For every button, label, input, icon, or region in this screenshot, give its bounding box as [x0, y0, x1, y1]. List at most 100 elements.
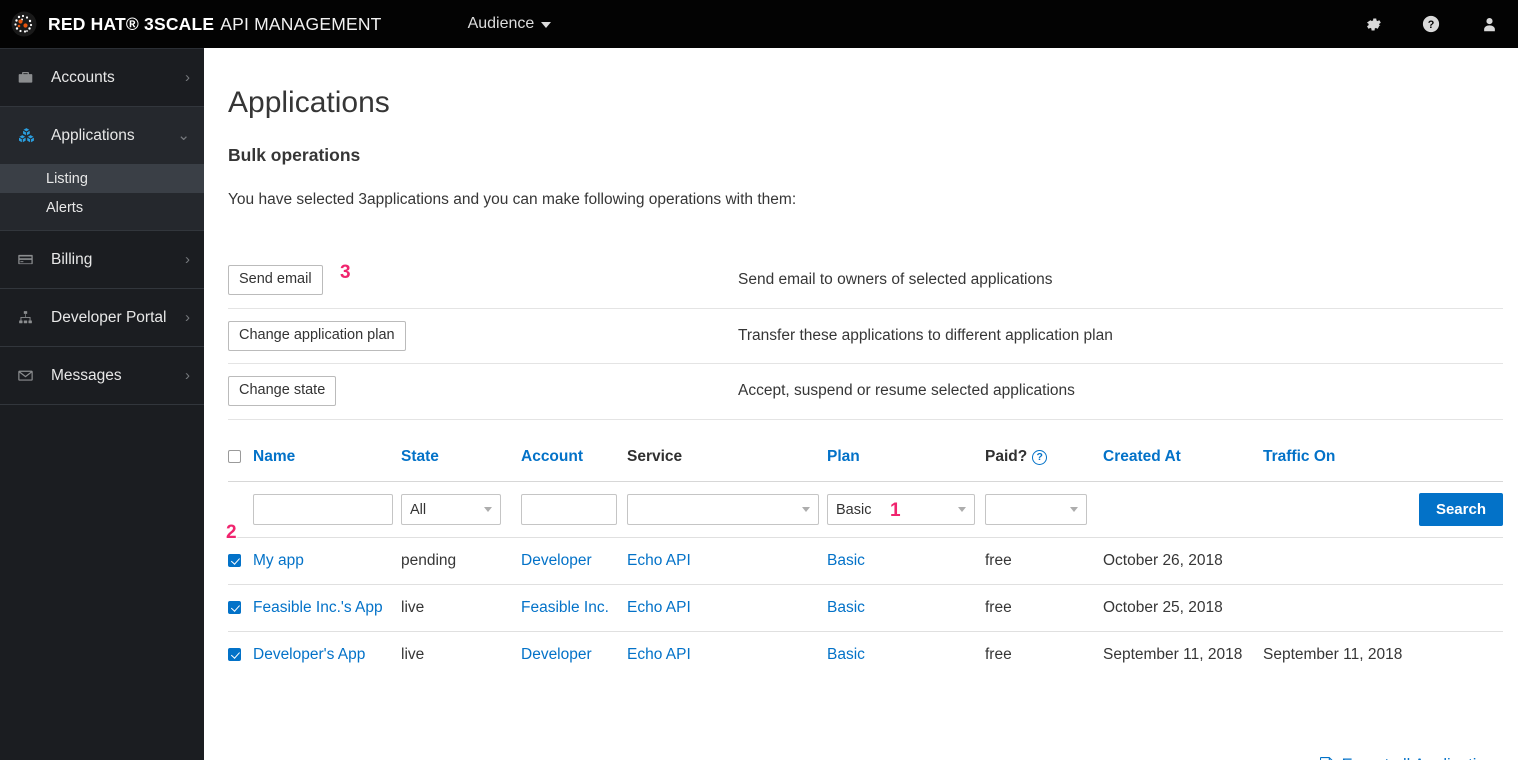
table-row[interactable]: My app pending Developer Echo API Basic …: [228, 537, 1503, 584]
credit-card-icon: [17, 251, 43, 268]
nav-group-billing: Billing ›: [0, 231, 204, 289]
chevron-right-icon: ›: [185, 309, 190, 326]
top-header-bar: RED HAT® 3SCALE API MANAGEMENT Audience …: [0, 0, 1518, 48]
cell-account: Developer: [521, 646, 627, 664]
chevron-down-icon: ⌄: [177, 127, 190, 144]
select-all-checkbox[interactable]: [228, 450, 241, 464]
change-state-button[interactable]: Change state: [228, 376, 337, 407]
plan-link[interactable]: Basic: [827, 599, 865, 616]
service-link[interactable]: Echo API: [627, 552, 691, 569]
state-filter-select[interactable]: All: [401, 494, 501, 525]
chevron-down-icon: [958, 507, 966, 512]
brand-title: RED HAT® 3SCALE API MANAGEMENT: [48, 14, 382, 35]
column-header-created-at[interactable]: Created At: [1103, 448, 1263, 466]
column-header-name[interactable]: Name: [253, 448, 401, 466]
nav-group-applications: Applications ⌄ Listing Alerts: [0, 107, 204, 231]
chevron-right-icon: ›: [185, 69, 190, 86]
cell-plan: Basic: [827, 646, 985, 664]
plan-link[interactable]: Basic: [827, 646, 865, 663]
annotation-marker-3: 3: [340, 262, 351, 283]
sidebar-item-messages[interactable]: Messages ›: [0, 347, 204, 404]
table-row[interactable]: Feasible Inc.'s App live Feasible Inc. E…: [228, 584, 1503, 631]
cell-service: Echo API: [627, 646, 827, 664]
search-button[interactable]: Search: [1418, 493, 1503, 526]
table-row[interactable]: Developer's App live Developer Echo API …: [228, 631, 1503, 678]
application-link[interactable]: My app: [253, 552, 304, 569]
change-application-plan-button[interactable]: Change application plan: [228, 320, 406, 351]
bulk-operation-caption: Transfer these applications to different…: [738, 326, 1113, 344]
excel-file-icon: x: [1319, 756, 1335, 760]
bulk-operation-row: Change application plan Transfer these a…: [228, 309, 1503, 364]
account-link[interactable]: Developer: [521, 646, 592, 663]
account-filter-input[interactable]: [521, 494, 617, 525]
send-email-button[interactable]: Send email: [228, 265, 323, 296]
column-header-traffic-on[interactable]: Traffic On: [1263, 448, 1423, 466]
top-header-actions: ?: [1344, 0, 1518, 48]
audience-context-switcher[interactable]: Audience: [468, 15, 552, 33]
service-link[interactable]: Echo API: [627, 599, 691, 616]
cell-name: My app: [253, 552, 401, 570]
sidebar-item-label: Messages: [51, 366, 122, 384]
plan-filter-select[interactable]: Basic: [827, 494, 975, 525]
sidebar-item-alerts[interactable]: Alerts: [0, 193, 204, 222]
page-title: Applications: [228, 86, 390, 120]
column-header-service: Service: [627, 448, 683, 465]
row-checkbox[interactable]: [228, 648, 241, 662]
service-filter-select[interactable]: [627, 494, 819, 525]
gear-icon[interactable]: [1344, 0, 1402, 48]
chevron-right-icon: ›: [185, 251, 190, 268]
cell-paid: free: [985, 599, 1012, 616]
application-link[interactable]: Feasible Inc.'s App: [253, 599, 383, 616]
bulk-operation-row: Change state Accept, suspend or resume s…: [228, 364, 1503, 420]
left-sidebar-nav: Accounts › Applications ⌄ Listing Alerts: [0, 48, 204, 760]
filter-account-cell: [521, 494, 627, 525]
cell-paid: free: [985, 552, 1012, 569]
column-header-account[interactable]: Account: [521, 448, 627, 466]
name-filter-input[interactable]: [253, 494, 393, 525]
cell-plan: Basic: [827, 552, 985, 570]
filter-search-cell: Search: [1263, 493, 1503, 526]
export-all-applications-link[interactable]: x Export all Applications: [1319, 756, 1503, 760]
row-checkbox[interactable]: [228, 601, 241, 615]
user-icon[interactable]: [1460, 0, 1518, 48]
paid-help-icon[interactable]: ?: [1032, 449, 1048, 465]
bulk-operation-caption: Accept, suspend or resume selected appli…: [738, 382, 1075, 400]
column-header-state[interactable]: State: [401, 448, 521, 466]
audience-label: Audience: [467, 15, 535, 32]
account-link[interactable]: Developer: [521, 552, 592, 569]
chevron-down-icon: [802, 507, 810, 512]
application-link[interactable]: Developer's App: [253, 646, 365, 663]
nav-group-messages: Messages ›: [0, 347, 204, 405]
sidebar-item-label: Developer Portal: [51, 308, 167, 326]
chevron-right-icon: ›: [185, 367, 190, 384]
sidebar-item-label: Applications: [51, 126, 135, 144]
sidebar-item-accounts[interactable]: Accounts ›: [0, 49, 204, 106]
row-checkbox[interactable]: [228, 554, 241, 568]
sidebar-subnav-applications: Listing Alerts: [0, 164, 204, 230]
sidebar-item-label: Billing: [51, 250, 93, 268]
cell-created-at: October 25, 2018: [1103, 599, 1223, 616]
cell-paid: free: [985, 646, 1012, 663]
sidebar-item-developer-portal[interactable]: Developer Portal ›: [0, 289, 204, 346]
bulk-operations-description: You have selected 3applications and you …: [228, 191, 797, 208]
sidebar-item-label: Accounts: [51, 68, 115, 86]
column-header-paid-label: Paid?: [985, 448, 1028, 465]
plan-link[interactable]: Basic: [827, 552, 865, 569]
sidebar-item-billing[interactable]: Billing ›: [0, 231, 204, 288]
sidebar-item-listing[interactable]: Listing: [0, 164, 204, 193]
chevron-down-icon: [484, 507, 492, 512]
paid-filter-select[interactable]: [985, 494, 1087, 525]
column-header-plan[interactable]: Plan: [827, 448, 985, 466]
service-link[interactable]: Echo API: [627, 646, 691, 663]
cell-name: Developer's App: [253, 646, 401, 664]
brand-name: RED HAT® 3SCALE: [48, 13, 215, 34]
account-link[interactable]: Feasible Inc.: [521, 599, 609, 616]
annotation-marker-2: 2: [226, 522, 237, 543]
help-icon[interactable]: ?: [1402, 0, 1460, 48]
sitemap-icon: [17, 309, 43, 326]
sidebar-subitem-label: Listing: [46, 170, 88, 187]
nav-group-accounts: Accounts ›: [0, 49, 204, 107]
filter-paid-cell: [985, 494, 1103, 525]
sidebar-item-applications[interactable]: Applications ⌄: [0, 107, 204, 164]
filter-service-cell: [627, 494, 827, 525]
